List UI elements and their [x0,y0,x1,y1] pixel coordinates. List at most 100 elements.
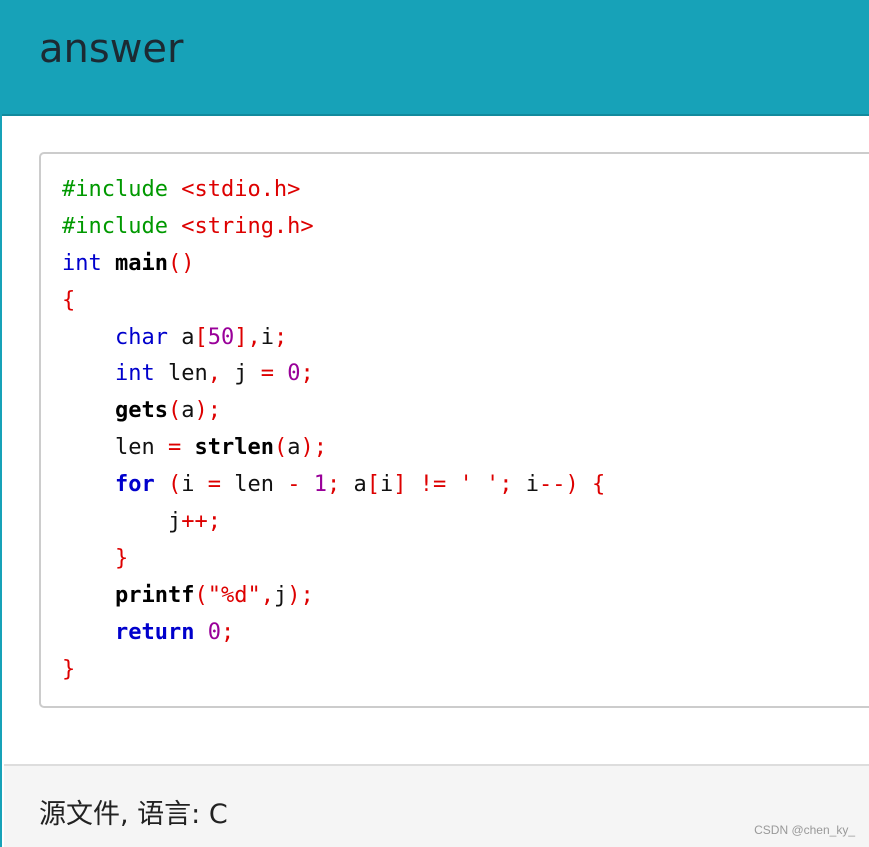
code-token: i [181,472,208,498]
code-token: #include [62,177,168,202]
code-token: ++; [181,509,221,535]
code-token: ); [194,398,221,424]
code-token: ( [167,472,182,498]
code-line: { [62,283,605,320]
code-token: 0 [287,361,301,387]
code-line: gets(a); [62,393,605,430]
code-token: ( [167,398,182,424]
code-line: } [62,541,605,578]
code-block[interactable]: #include <stdio.h> #include <string.h> int… [39,152,869,708]
code-token: ( [194,582,208,608]
code-token: "%d" [207,582,261,608]
code-token: != [419,472,447,498]
code-token: , [260,582,274,608]
code-token: a [181,398,195,424]
code-token: = [167,435,182,461]
code-token: #include [62,213,168,239]
code-token: j [62,509,182,535]
panel-footer: 源文件, 语言: C [4,764,869,847]
code-token: , [207,361,221,387]
source-language-label: 源文件, 语言: C [39,799,228,830]
code-token: i [379,472,394,498]
code-line: char a[50],i; [62,320,605,357]
code-token: { [62,287,76,313]
code-token: <string.h> [181,213,314,239]
code-token: ; [220,619,235,645]
code-line: int len, j = 0; [62,356,605,393]
code-token: char [114,324,168,350]
code-token: j [220,361,261,387]
code-token: --) { [538,472,606,498]
code-token: } [62,656,76,682]
code-token: len [220,472,288,498]
code-line: j++; [62,504,605,541]
code-token: len [62,435,168,461]
code-token: a [287,435,301,461]
code-token: = [207,472,221,498]
code-line: printf("%d",j); [62,578,605,615]
code-token: int [114,361,155,387]
code-token: - [287,472,301,498]
code-line: int main() [62,246,605,283]
code-token: ( [273,435,288,461]
code-token: main [115,250,168,276]
code-token: a [167,324,195,350]
code-token: printf [114,582,195,608]
code-token: strlen [194,435,274,461]
code-token: ] [393,472,407,498]
panel-header: answer [2,0,869,116]
code-token: for [114,472,155,498]
code-token: a [340,472,367,498]
code-token: return [114,619,195,645]
code-token: ; [326,472,341,498]
code-token: ' ' [459,472,500,498]
code-token: gets [114,398,168,424]
code-token: 1 [313,472,327,498]
code-token: [ [194,324,208,350]
panel-title: answer [39,26,184,72]
code-token: len [154,361,208,387]
code-token: } [114,545,129,571]
code-token: <stdio.h> [181,177,301,202]
code-token: j [273,582,288,608]
code-line: } [62,652,605,689]
code-token: 50 [207,324,235,350]
code-token: () [167,250,195,276]
code-line: return 0; [62,615,605,652]
watermark: CSDN @chen_ky_ [754,823,855,837]
code-token: i [260,324,274,350]
code-line: #include <string.h> [62,209,605,246]
answer-panel: answer #include <stdio.h> #include <strin… [0,0,869,847]
code-token: = [260,361,274,387]
code-line: #include <stdio.h> [62,172,605,209]
code-token: [ [366,472,380,498]
code-token: ); [300,435,327,461]
code-token: i [512,472,539,498]
code-line: for (i = len - 1; a[i] != ' '; i--) { [62,467,605,504]
code-line: len = strlen(a); [62,430,605,467]
code-token: ); [287,582,314,608]
code-token: ; [300,361,314,387]
code-token: ; [273,324,288,350]
code-token: int [62,250,102,276]
code-content: #include <stdio.h> #include <string.h> int… [62,172,605,688]
code-token: ], [234,324,261,350]
code-token: 0 [207,619,221,645]
